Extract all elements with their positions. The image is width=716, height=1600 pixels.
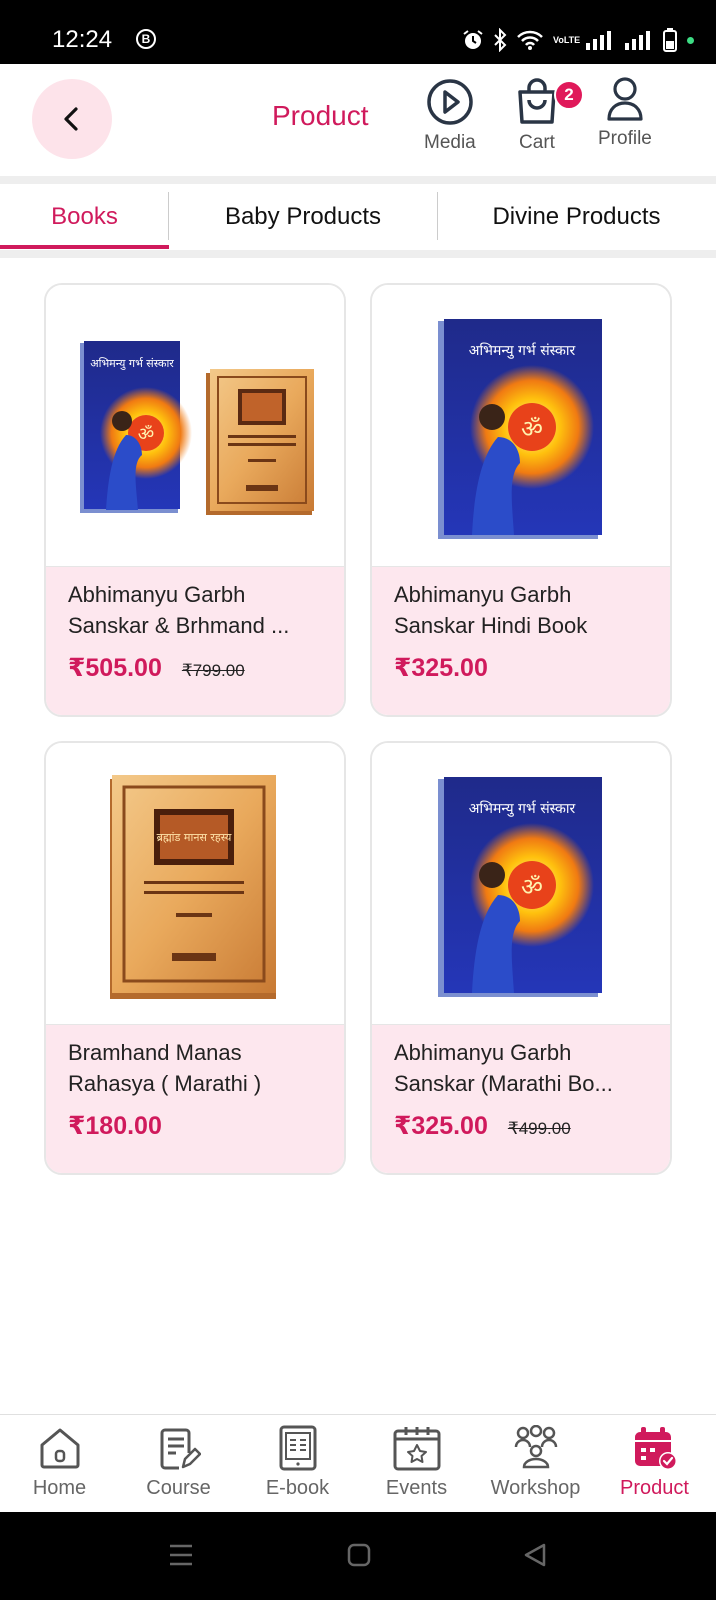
nav-home[interactable]: Home [0,1415,119,1513]
tab-divine-products[interactable]: Divine Products [437,184,716,250]
bottom-navigation: Home Course E-book Events Workshop Produ… [0,1414,716,1512]
product-image: ॐ अभिमन्यु गर्भ संस्कार [46,285,344,567]
om-symbol: ॐ [138,424,154,445]
course-icon [157,1423,201,1473]
nav-label: E-book [265,1477,330,1499]
product-price: ₹180.00 [68,1112,162,1140]
product-card[interactable]: ॐ अभिमन्यु गर्भ संस्कार Abhimanyu Garbh … [370,283,672,717]
home-icon [37,1423,83,1473]
book-title-text: अभिमन्यु गर्भ संस्कार [90,357,174,370]
product-name: Abhimanyu Garbh Sanskar (Marathi Bo... [394,1040,613,1096]
product-image: ॐ अभिमन्यु गर्भ संस्कार [372,285,670,567]
product-price: ₹505.00 [68,654,162,682]
book-title-text: अभिमन्यु गर्भ संस्कार [469,800,576,817]
back-triangle-icon[interactable] [522,1542,548,1568]
menu-icon[interactable] [168,1542,194,1568]
product-info: Bramhand Manas Rahasya ( Marathi ) ₹180.… [46,1025,344,1173]
book-cover-image: ब्रह्मांड मानस रहस्य [110,775,276,999]
product-card[interactable]: ॐ अभिमन्यु गर्भ संस्कार Abhimanyu Garbh … [44,283,346,717]
product-name: Bramhand Manas Rahasya ( Marathi ) [68,1040,262,1096]
nav-ebook[interactable]: E-book [238,1415,357,1513]
nav-workshop[interactable]: Workshop [476,1415,595,1513]
product-mrp: ₹799.00 [181,661,245,680]
book-cover-image: ॐ अभिमन्यु गर्भ संस्कार [438,777,602,997]
book-cover-image: ॐ अभिमन्यु गर्भ संस्कार [438,319,602,539]
active-dot [687,36,694,44]
signal-icon [625,31,650,50]
divider [0,176,716,184]
profile-label: Profile [598,128,652,149]
book-title-text: अभिमन्यु गर्भ संस्कार [469,342,576,359]
alarm-icon [463,30,483,49]
chevron-left-icon [64,107,78,131]
status-time: 12:24 [52,26,113,53]
ebook-icon [278,1423,318,1473]
tab-baby-products[interactable]: Baby Products [169,184,437,250]
product-prices: ₹325.00 [394,653,648,683]
events-icon [392,1423,442,1473]
media-button[interactable]: Media [424,78,476,154]
user-icon [607,77,643,121]
product-icon [631,1423,679,1473]
product-card[interactable]: ॐ अभिमन्यु गर्भ संस्कार Abhimanyu Garbh … [370,741,672,1175]
product-name: Abhimanyu Garbh Sanskar & Brhmand ... [68,582,290,638]
back-button[interactable] [32,79,112,159]
cart-count-badge: 2 [554,80,584,110]
divider [0,250,716,258]
cart-button[interactable]: Cart 2 [514,78,584,154]
play-circle-icon [427,79,473,125]
product-prices: ₹505.00 ₹799.00 [68,653,322,683]
category-tabs: Books Baby Products Divine Products [0,184,716,250]
product-image: ब्रह्मांड मानस रहस्य [46,743,344,1025]
app-header: Product Media Cart 2 Profile [0,64,716,176]
status-bar: 12:24 B VoLTE [0,0,716,64]
home-square-icon[interactable] [347,1543,371,1567]
shopping-bag-icon [518,78,556,124]
product-info: Abhimanyu Garbh Sanskar Hindi Book ₹325.… [372,567,670,715]
nav-label: Product [620,1477,689,1499]
product-price: ₹325.00 [394,654,488,682]
nav-product[interactable]: Product [595,1415,714,1513]
volte-icon: VoLTE [553,35,581,45]
nav-label: Course [146,1477,211,1499]
product-price: ₹325.00 [394,1112,488,1140]
product-info: Abhimanyu Garbh Sanskar & Brhmand ... ₹5… [46,567,344,715]
nav-course[interactable]: Course [119,1415,238,1513]
system-navigation-bar [0,1512,716,1600]
bluetooth-icon [494,28,507,52]
om-symbol: ॐ [521,873,543,901]
product-image: ॐ अभिमन्यु गर्भ संस्कार [372,743,670,1025]
nav-label: Events [385,1477,448,1499]
book-title-text: ब्रह्मांड मानस रहस्य [157,831,232,844]
product-name: Abhimanyu Garbh Sanskar Hindi Book [394,582,588,638]
profile-button[interactable]: Profile [598,76,652,150]
battery-icon [663,28,677,52]
media-label: Media [424,132,476,153]
product-info: Abhimanyu Garbh Sanskar (Marathi Bo... ₹… [372,1025,670,1173]
status-icons: VoLTE [462,25,694,55]
b-icon: B [136,29,156,49]
page-title: Product [272,100,369,131]
cart-label: Cart [519,132,555,153]
nav-events[interactable]: Events [357,1415,476,1513]
wifi-icon [517,30,543,50]
product-mrp: ₹499.00 [507,1119,571,1138]
active-tab-indicator [0,245,169,249]
tab-books[interactable]: Books [0,184,169,250]
workshop-icon [512,1423,560,1473]
product-prices: ₹325.00 ₹499.00 [394,1111,648,1141]
book-bundle-image: ॐ अभिमन्यु गर्भ संस्कार [80,341,314,515]
nav-label: Workshop [490,1477,581,1499]
om-symbol: ॐ [521,415,543,443]
product-prices: ₹180.00 [68,1111,322,1141]
product-card[interactable]: ब्रह्मांड मानस रहस्य Bramhand Manas Raha… [44,741,346,1175]
nav-label: Home [32,1477,87,1499]
signal-icon [586,31,611,50]
